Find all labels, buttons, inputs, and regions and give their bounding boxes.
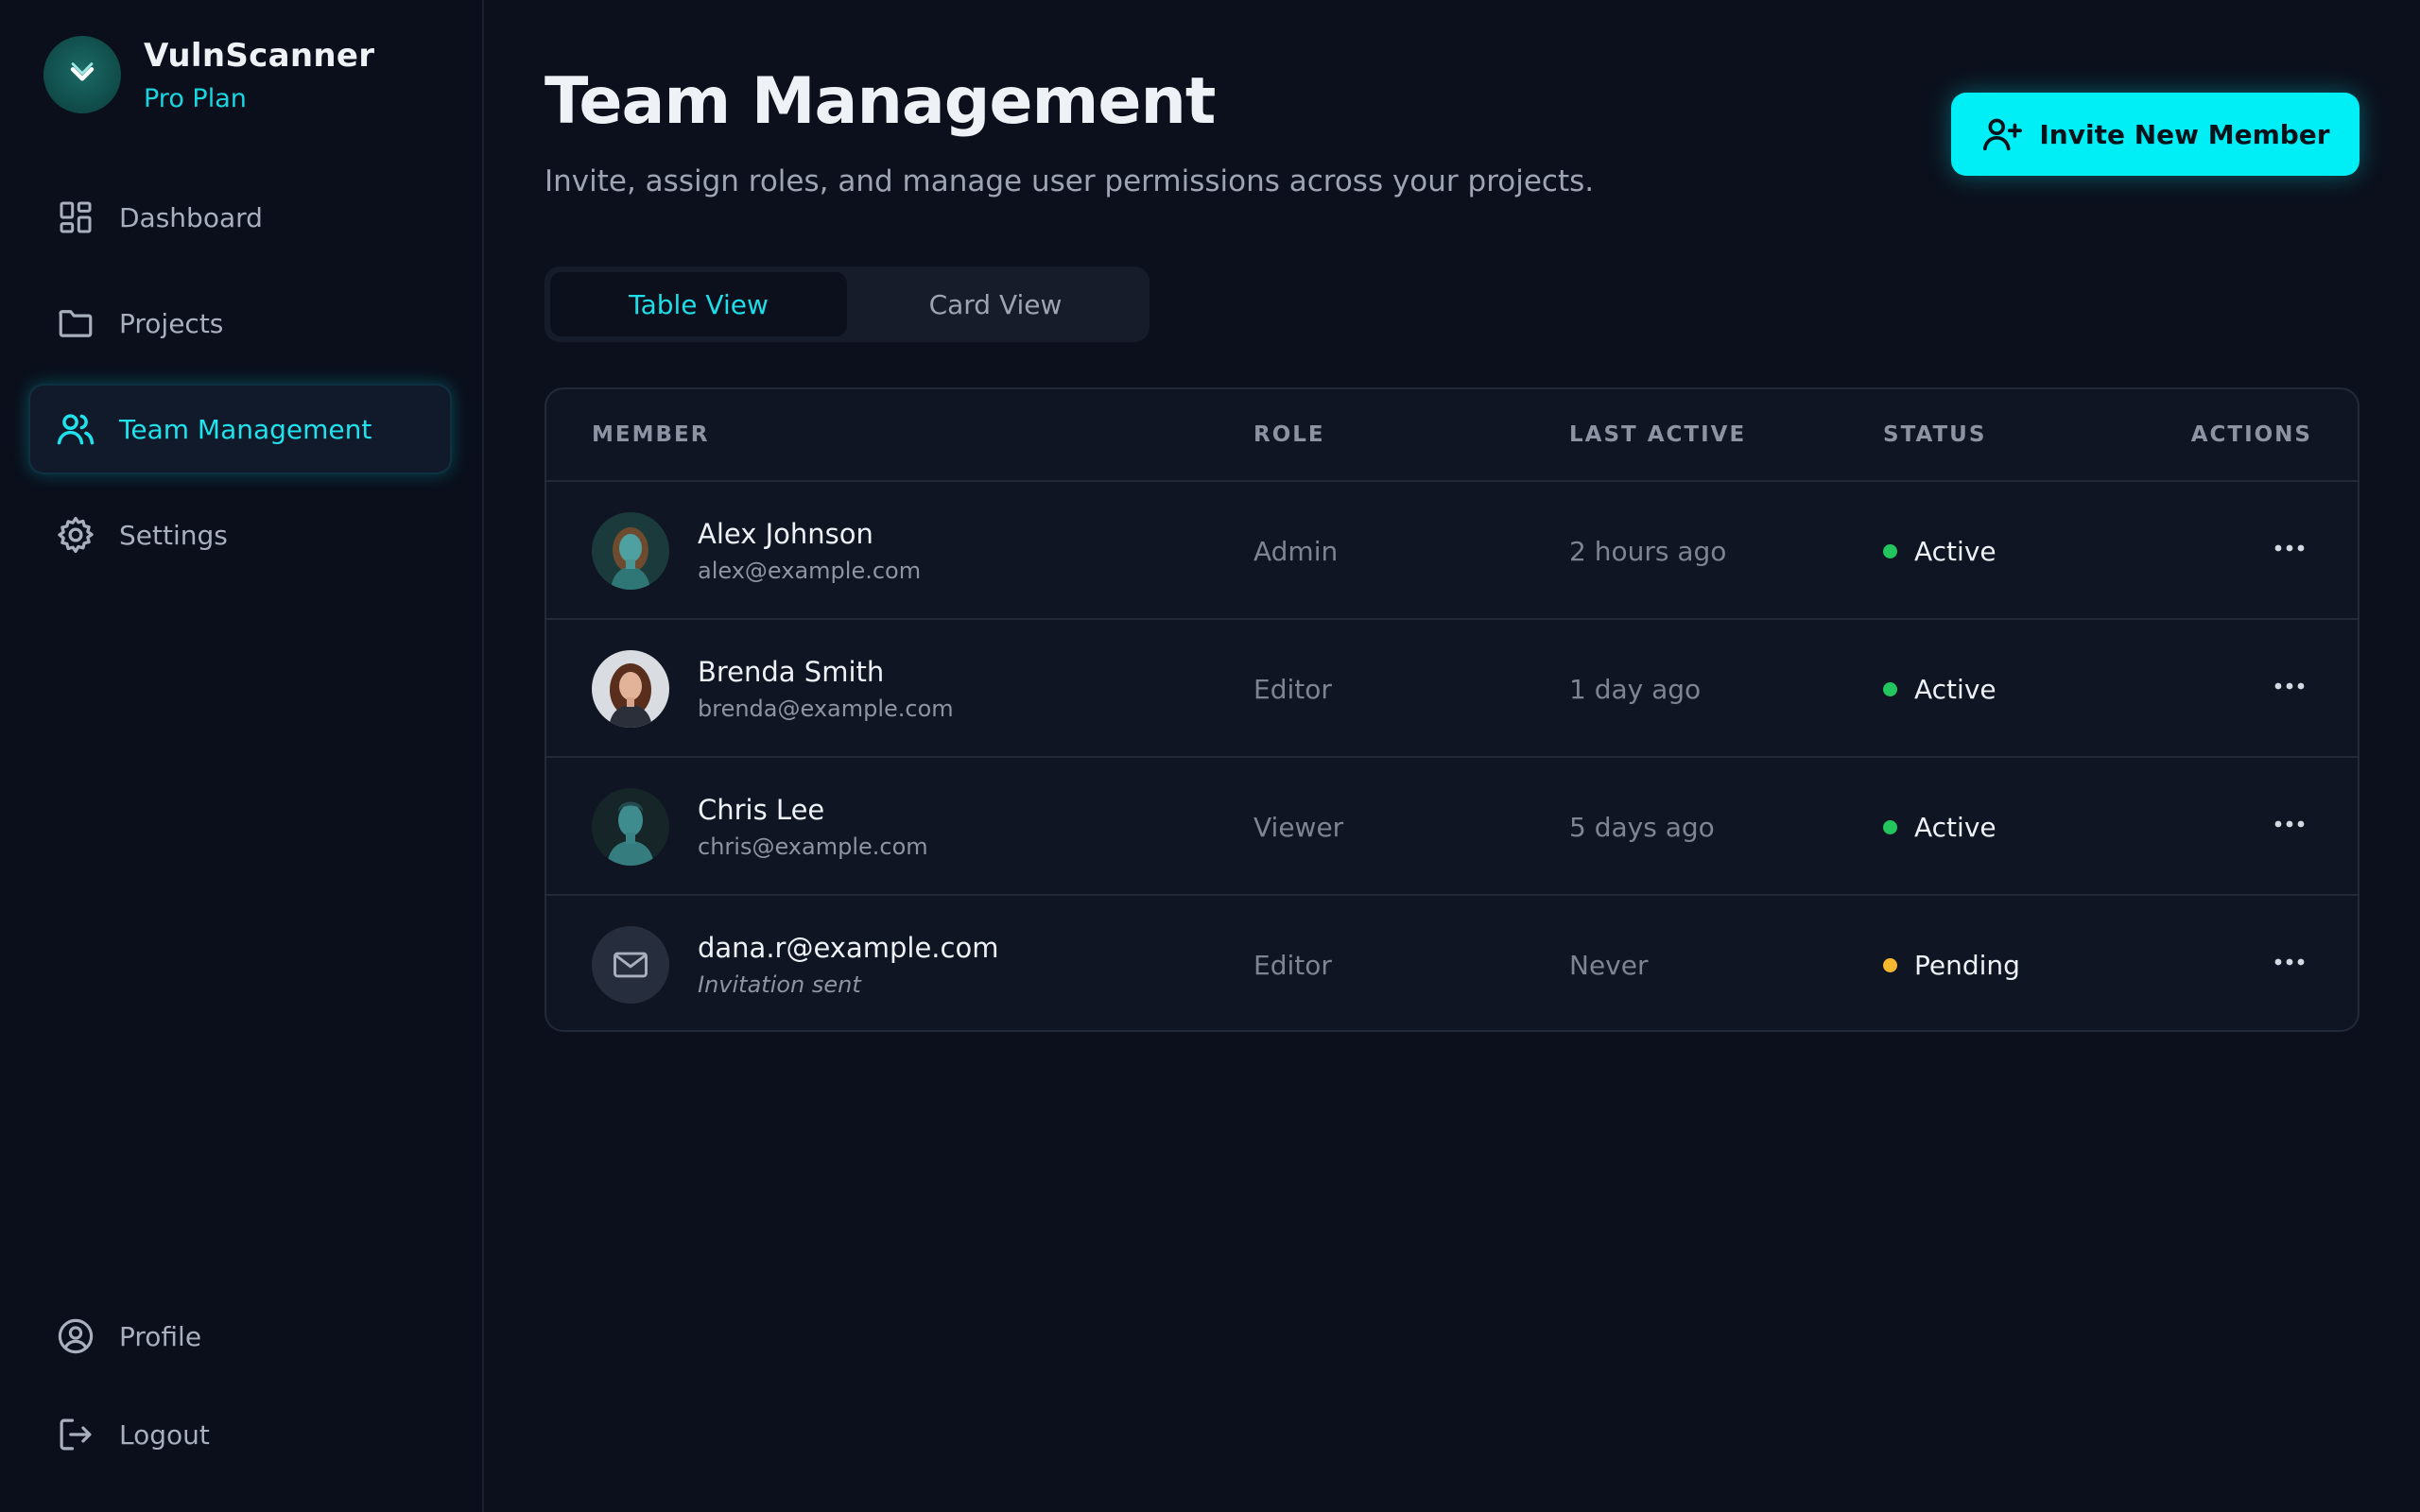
ellipsis-icon — [2274, 958, 2305, 966]
sidebar: VulnScanner Pro Plan Dashboard Projects — [0, 0, 484, 1512]
page-title: Team Management — [544, 64, 1216, 139]
sidebar-item-label: Team Management — [119, 413, 372, 445]
column-header-last-active[interactable]: LAST ACTIVE — [1569, 422, 1746, 447]
user-plus-icon — [1980, 112, 2024, 156]
view-toggle: Table View Card View — [544, 266, 1150, 342]
sidebar-item-label: Projects — [119, 307, 224, 339]
mail-icon — [614, 952, 648, 978]
more-actions-button[interactable] — [2267, 943, 2312, 981]
column-header-actions: ACTIONS — [2190, 422, 2312, 447]
status-label: Active — [1914, 535, 1996, 567]
gear-icon — [55, 514, 96, 556]
status-label: Active — [1914, 673, 1996, 705]
table-row[interactable]: Chris Lee chris@example.com Viewer 5 day… — [546, 758, 2358, 896]
table-row[interactable]: Brenda Smith brenda@example.com Editor 1… — [546, 620, 2358, 758]
more-actions-button[interactable] — [2267, 667, 2312, 705]
sidebar-item-dashboard[interactable]: Dashboard — [28, 172, 452, 263]
invitation-status: Invitation sent — [698, 971, 861, 998]
avatar — [592, 788, 669, 866]
invite-member-button[interactable]: Invite New Member — [1951, 93, 2360, 176]
more-actions-button[interactable] — [2267, 805, 2312, 843]
page-subtitle: Invite, assign roles, and manage user pe… — [544, 164, 1595, 198]
dashboard-icon — [55, 197, 96, 238]
avatar — [592, 926, 669, 1004]
sidebar-nav: Dashboard Projects Team Management Setti… — [28, 172, 452, 595]
user-circle-icon — [55, 1315, 96, 1357]
member-role: Viewer — [1253, 811, 1344, 843]
brand: VulnScanner Pro Plan — [43, 36, 374, 113]
sidebar-item-projects[interactable]: Projects — [28, 278, 452, 369]
column-header-role[interactable]: ROLE — [1253, 422, 1325, 447]
table-row[interactable]: dana.r@example.com Invitation sent Edito… — [546, 896, 2358, 1030]
users-icon — [55, 408, 96, 450]
status-dot — [1883, 681, 1897, 696]
sidebar-item-logout[interactable]: Logout — [28, 1389, 452, 1480]
sidebar-item-label: Profile — [119, 1320, 202, 1352]
member-email: chris@example.com — [698, 833, 928, 860]
status-label: Pending — [1914, 949, 2020, 981]
avatar — [592, 650, 669, 728]
status-badge: Active — [1883, 674, 1996, 705]
sidebar-item-team-management[interactable]: Team Management — [28, 384, 452, 474]
column-header-status[interactable]: STATUS — [1883, 422, 1986, 447]
table-header: MEMBER ROLE LAST ACTIVE STATUS ACTIONS — [546, 389, 2358, 482]
member-name: Chris Lee — [698, 794, 825, 826]
more-actions-button[interactable] — [2267, 529, 2312, 567]
plan-badge: Pro Plan — [144, 83, 247, 113]
member-name: Brenda Smith — [698, 656, 885, 688]
team-table: MEMBER ROLE LAST ACTIVE STATUS ACTIONS A… — [544, 387, 2360, 1032]
member-email: brenda@example.com — [698, 696, 954, 722]
ellipsis-icon — [2274, 682, 2305, 690]
last-active: Never — [1569, 949, 1649, 981]
sidebar-bottom-nav: Profile Logout — [28, 1291, 452, 1487]
status-badge: Active — [1883, 536, 1996, 567]
sidebar-item-profile[interactable]: Profile — [28, 1291, 452, 1382]
last-active: 5 days ago — [1569, 811, 1715, 843]
status-badge: Active — [1883, 812, 1996, 843]
status-dot — [1883, 819, 1897, 834]
tab-card-view[interactable]: Card View — [847, 272, 1144, 336]
last-active: 2 hours ago — [1569, 535, 1727, 567]
sidebar-item-label: Logout — [119, 1418, 210, 1451]
tab-table-view[interactable]: Table View — [550, 272, 847, 336]
member-name: Alex Johnson — [698, 518, 873, 550]
member-name: dana.r@example.com — [698, 932, 999, 964]
sidebar-item-settings[interactable]: Settings — [28, 490, 452, 580]
avatar — [592, 512, 669, 590]
status-dot — [1883, 543, 1897, 558]
status-dot — [1883, 957, 1897, 972]
member-role: Editor — [1253, 673, 1332, 705]
brand-name: VulnScanner — [144, 36, 375, 75]
column-header-member[interactable]: MEMBER — [592, 422, 709, 447]
ellipsis-icon — [2274, 820, 2305, 828]
status-label: Active — [1914, 811, 1996, 843]
table-row[interactable]: Alex Johnson alex@example.com Admin 2 ho… — [546, 482, 2358, 620]
last-active: 1 day ago — [1569, 673, 1702, 705]
invite-member-label: Invite New Member — [2039, 118, 2330, 150]
folder-icon — [55, 302, 96, 344]
brand-logo — [43, 36, 121, 113]
sidebar-item-label: Settings — [119, 519, 228, 551]
member-email: alex@example.com — [698, 558, 922, 584]
status-badge: Pending — [1883, 950, 2020, 981]
member-role: Editor — [1253, 949, 1332, 981]
member-role: Admin — [1253, 535, 1339, 567]
sidebar-item-label: Dashboard — [119, 201, 263, 233]
ellipsis-icon — [2274, 544, 2305, 552]
logout-icon — [55, 1414, 96, 1455]
